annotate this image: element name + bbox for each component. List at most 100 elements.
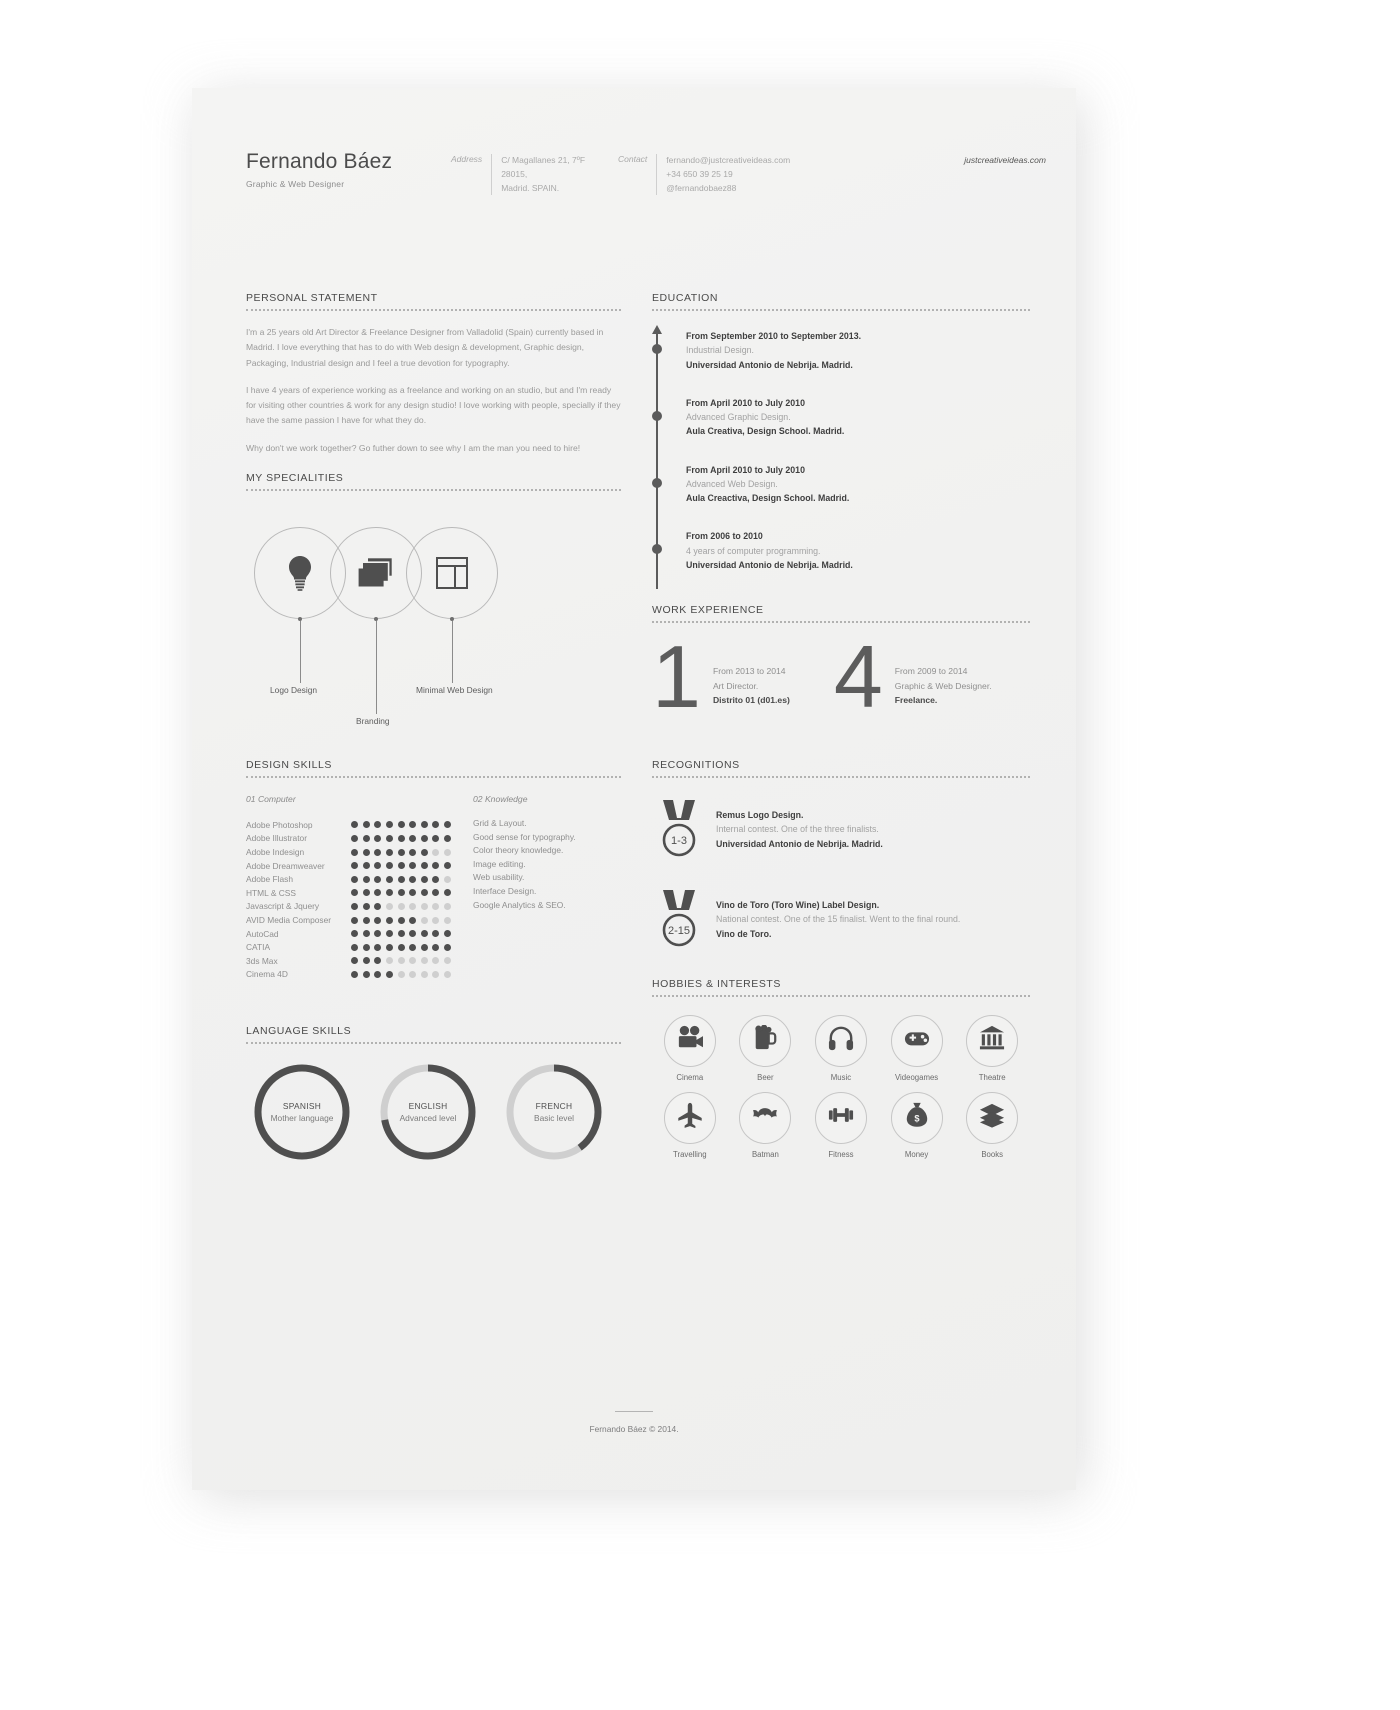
- skill-dot: [420, 943, 428, 951]
- skill-dot: [432, 970, 440, 978]
- hobby-item: Theatre: [954, 1014, 1030, 1082]
- skill-dot: [409, 930, 417, 938]
- skill-dot: [362, 930, 370, 938]
- copyright-text: Fernando Báez © 2014.: [589, 1424, 679, 1434]
- skill-dot: [374, 821, 382, 829]
- skill-rating: [351, 862, 451, 870]
- knowledge-item: Google Analytics & SEO.: [473, 899, 566, 910]
- address-line: C/ Magallanes 21, 7ºF: [501, 155, 586, 165]
- education-item: From 2006 to 2010 4 years of computer pro…: [652, 529, 1030, 572]
- hobby-icon-circle: [966, 1091, 1019, 1144]
- resume-page: Fernando Báez Graphic & Web Designer Add…: [192, 88, 1076, 1490]
- work-years-number: 1: [652, 627, 701, 726]
- divider: [491, 154, 493, 196]
- skill-dot: [362, 821, 370, 829]
- website-link[interactable]: justcreativeideas.com: [964, 155, 1046, 165]
- skill-rating: [351, 957, 451, 965]
- skill-dot: [351, 875, 359, 883]
- hobby-label: Cinema: [676, 1072, 704, 1082]
- work-item: 4 From 2009 to 2014 Graphic & Web Designer…: [834, 633, 992, 721]
- skill-dot: [397, 848, 405, 856]
- column-header: 02 Knowledge: [473, 794, 528, 805]
- education-timeline: From September 2010 to September 2013. In…: [651, 325, 1030, 589]
- recognitions-section: RECOGNITIONS 1-3 Remus Logo Design. Intern…: [652, 759, 1030, 950]
- hobby-label: Beer: [757, 1072, 774, 1082]
- hobby-label: Fitness: [828, 1149, 854, 1159]
- language-level: Mother language: [270, 1113, 334, 1124]
- language-ring: SPANISH Mother language: [250, 1060, 354, 1164]
- skill-dot: [362, 970, 370, 978]
- timeline-bullet: [652, 544, 662, 555]
- section-heading: MY SPECIALITIES: [246, 472, 344, 485]
- svg-text:1-3: 1-3: [671, 835, 687, 847]
- skill-rating: [351, 875, 451, 883]
- hobby-item: Books: [954, 1091, 1030, 1159]
- hobby-label: Videogames: [894, 1072, 939, 1082]
- social-handle-line[interactable]: @fernandobaez88: [666, 182, 790, 196]
- hobby-icon-circle: [663, 1091, 716, 1144]
- language-ring: ENGLISH Advanced level: [376, 1060, 480, 1164]
- knowledge-column: 02 Knowledge Grid & Layout. Good sense fo…: [451, 794, 621, 981]
- skill-dot: [420, 916, 428, 924]
- skill-name: 3ds Max: [246, 955, 278, 966]
- layout-icon: [406, 527, 498, 619]
- skill-dot: [351, 821, 359, 829]
- skill-dot: [420, 821, 428, 829]
- language-name: ENGLISH: [408, 1101, 448, 1112]
- language-rings: SPANISH Mother language ENGLISH Advanced le…: [246, 1060, 621, 1195]
- email-line[interactable]: fernando@justcreativeideas.com: [666, 154, 790, 168]
- dumbbell-icon: [828, 1102, 854, 1133]
- education-section: EDUCATION From September 2010 to Septemb…: [651, 292, 1030, 589]
- education-subject: Industrial Design.: [686, 345, 754, 356]
- divider: [652, 621, 1030, 623]
- address-line: Madrid. SPAIN.: [501, 182, 560, 193]
- skill-dot: [409, 902, 417, 910]
- skill-row: CATIA: [246, 940, 451, 954]
- skill-dot: [386, 875, 394, 883]
- divider: [246, 776, 621, 779]
- skill-name: CATIA: [246, 942, 271, 953]
- hobby-label: Batman: [751, 1149, 779, 1159]
- recognition-item: 1-3 Remus Logo Design. Internal contest. O…: [652, 798, 1030, 860]
- knowledge-item: Good sense for typography.: [473, 831, 576, 842]
- skill-dot: [444, 889, 451, 897]
- skill-dot: [409, 957, 417, 965]
- skill-dot: [351, 834, 359, 842]
- statement-paragraph: I have 4 years of experience working as …: [246, 384, 621, 426]
- address-label: Address: [451, 154, 483, 164]
- work-period: From 2013 to 2014: [712, 666, 786, 677]
- education-subject: Advanced Graphic Design.: [686, 412, 791, 422]
- skill-dot: [420, 970, 428, 978]
- language-level: Basic level: [533, 1113, 575, 1124]
- recognition-detail: National contest. One of the 15 finalist…: [716, 914, 961, 925]
- skill-dot: [432, 916, 440, 924]
- skill-rating: [351, 889, 451, 897]
- skill-row: HTML & CSS: [246, 886, 451, 900]
- skill-dot: [362, 862, 370, 870]
- hobby-icon-circle: [739, 1091, 792, 1144]
- language-skills-section: LANGUAGE SKILLS SPANISH Mother language EN…: [246, 1025, 621, 1195]
- skill-dot: [386, 943, 394, 951]
- hobby-item: Cinema: [652, 1014, 728, 1082]
- specialities-diagram: Logo Design Branding Minimal Web Design: [246, 505, 621, 753]
- education-school: Aula Creactiva, Design School. Madrid.: [686, 493, 850, 503]
- language-level: Advanced level: [399, 1113, 457, 1124]
- skill-dot: [409, 875, 417, 883]
- work-company: Freelance.: [894, 694, 938, 705]
- skill-row: Adobe Dreamweaver: [246, 859, 451, 873]
- skill-dot: [386, 862, 394, 870]
- skill-dot: [374, 970, 382, 978]
- phone-line: +34 650 39 25 19: [666, 168, 733, 179]
- skill-dot: [386, 889, 394, 897]
- beer-mug-icon: [752, 1024, 778, 1056]
- education-school: Universidad Antonio de Nebrija. Madrid.: [686, 559, 853, 570]
- skill-dot: [351, 848, 359, 856]
- work-period: From 2009 to 2014: [894, 666, 968, 677]
- education-school: Aula Creativa, Design School. Madrid.: [686, 426, 845, 437]
- skill-dot: [386, 957, 394, 965]
- hobby-item: Travelling: [652, 1091, 728, 1159]
- skill-dot: [432, 862, 440, 870]
- skill-dot: [444, 848, 451, 856]
- section-heading: PERSONAL STATEMENT: [246, 292, 378, 304]
- skill-dot: [420, 862, 428, 870]
